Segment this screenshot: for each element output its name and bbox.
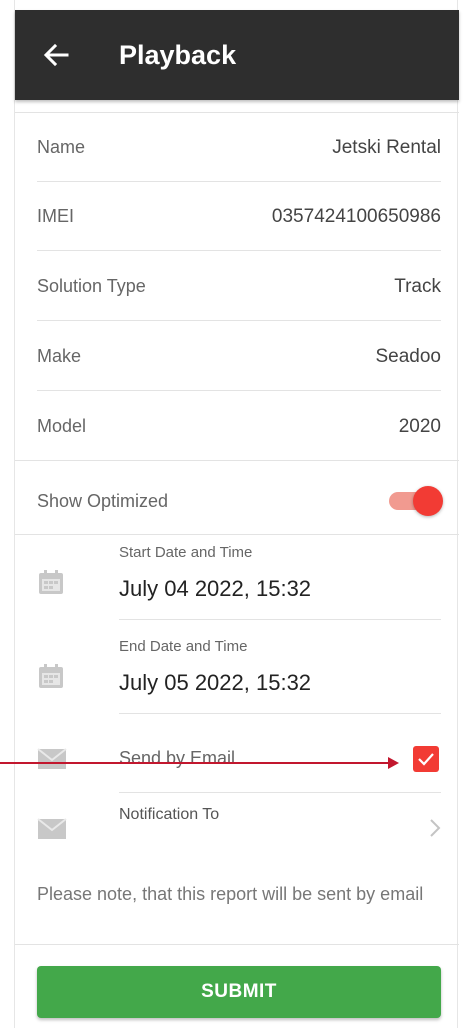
detail-value: Track: [394, 276, 441, 297]
show-optimized-toggle[interactable]: [387, 485, 443, 516]
calendar-icon: [39, 570, 63, 594]
detail-label: IMEI: [37, 206, 75, 226]
toggle-thumb: [413, 486, 443, 516]
detail-row-make: Make Seadoo: [37, 322, 441, 391]
notification-to-row[interactable]: Notification To: [119, 794, 441, 862]
arrow-left-icon: [43, 43, 69, 67]
detail-row-name: Name Jetski Rental: [37, 113, 441, 182]
notification-to-label: Notification To: [119, 806, 220, 823]
detail-row-model: Model 2020: [37, 392, 441, 461]
app-bar: Playback: [15, 10, 459, 100]
checkmark-icon: [418, 753, 434, 766]
mail-icon: [37, 748, 67, 769]
annotation-arrow-line: [0, 762, 392, 764]
end-date-value: July 05 2022, 15:32: [119, 670, 312, 695]
send-by-email-checkbox[interactable]: [413, 746, 439, 772]
start-date-label: Start Date and Time: [119, 544, 253, 561]
divider: [15, 534, 459, 535]
start-date-field[interactable]: Start Date and Time July 04 2022, 15:32: [119, 536, 441, 620]
detail-label: Solution Type: [37, 276, 146, 296]
detail-label: Model: [37, 416, 87, 436]
chevron-right-icon: [430, 819, 441, 837]
page-title: Playback: [119, 40, 237, 70]
detail-row-solution-type: Solution Type Track: [37, 252, 441, 321]
end-date-field[interactable]: End Date and Time July 05 2022, 15:32: [119, 630, 441, 714]
mail-icon: [37, 818, 67, 839]
divider: [15, 944, 459, 945]
submit-button[interactable]: SUBMIT: [37, 966, 441, 1018]
send-by-email-label: Send by Email: [119, 748, 236, 768]
end-date-label: End Date and Time: [119, 638, 248, 655]
detail-label: Make: [37, 346, 82, 366]
divider: [15, 460, 459, 461]
playback-screen: Playback Name Jetski Rental IMEI 0357424…: [14, 0, 459, 1028]
detail-value: 2020: [398, 416, 441, 437]
detail-row-imei: IMEI 0357424100650986: [37, 182, 441, 251]
detail-value: Seadoo: [375, 346, 441, 367]
annotation-arrow-head: [388, 757, 399, 769]
detail-value: Jetski Rental: [332, 137, 441, 158]
divider: [119, 792, 441, 793]
calendar-icon: [39, 664, 63, 688]
detail-label: Name: [37, 137, 86, 157]
detail-value: 0357424100650986: [271, 206, 441, 227]
show-optimized-label: Show Optimized: [37, 491, 169, 511]
start-date-value: July 04 2022, 15:32: [119, 576, 312, 601]
back-button[interactable]: [39, 38, 73, 72]
email-note: Please note, that this report will be se…: [37, 884, 424, 904]
